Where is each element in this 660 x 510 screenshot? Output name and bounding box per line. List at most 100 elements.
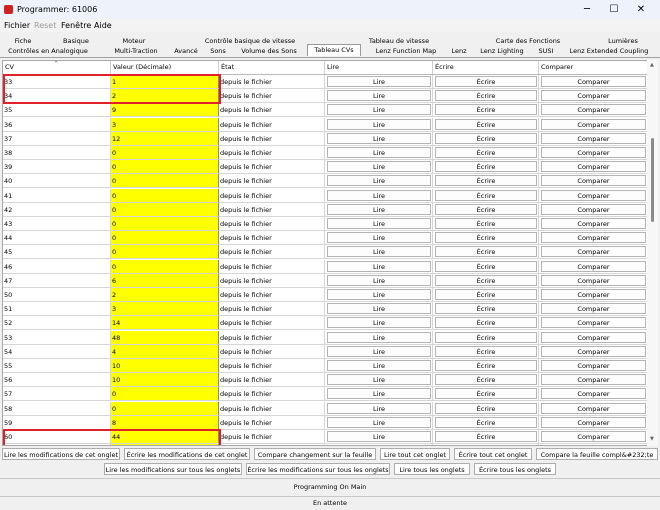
compare-button[interactable]: Comparer — [541, 402, 646, 414]
write-button[interactable]: Écrire — [435, 161, 537, 173]
read-button[interactable]: Lire — [327, 431, 431, 442]
read-button[interactable]: Lire — [327, 104, 431, 116]
read-button[interactable]: Lire — [327, 118, 431, 130]
cv-value-field[interactable]: 12 — [111, 131, 219, 146]
cv-value-field[interactable]: 0 — [111, 146, 219, 160]
tab-susi[interactable]: SUSI — [535, 46, 557, 57]
tab-multi-traction[interactable]: Multi-Traction — [112, 46, 160, 57]
compare-button[interactable]: Comparer — [541, 360, 646, 371]
read-button[interactable]: Lire — [327, 76, 431, 87]
compare-button[interactable]: Comparer — [541, 76, 646, 87]
compare-button[interactable]: Comparer — [541, 388, 646, 400]
read-button[interactable]: Lire — [327, 289, 431, 300]
write-all-changes-button[interactable]: Écrire les modifications sur tous les on… — [246, 463, 390, 475]
column-header-value[interactable]: Valeur (Décimale) — [111, 61, 219, 74]
read-button[interactable]: Lire — [327, 90, 431, 102]
column-header-read[interactable]: Lire — [325, 61, 433, 74]
read-button[interactable]: Lire — [327, 246, 431, 258]
read-button[interactable]: Lire — [327, 445, 431, 446]
column-header-cv[interactable]: CV ^ — [3, 61, 111, 74]
write-button[interactable]: Écrire — [435, 104, 537, 116]
compare-button[interactable]: Comparer — [541, 260, 646, 272]
compare-full-sheet-button[interactable]: Compare la feuille compl&#232;te — [536, 448, 658, 460]
tab-volume-sons[interactable]: Volume des Sons — [240, 46, 298, 57]
cv-value-field[interactable]: 3 — [111, 302, 219, 317]
write-button[interactable]: Écrire — [435, 331, 537, 343]
column-header-state[interactable]: État — [219, 61, 325, 74]
read-button[interactable]: Lire — [327, 274, 431, 286]
cv-value-field[interactable]: 4 — [111, 344, 219, 359]
write-button[interactable]: Écrire — [435, 132, 537, 144]
write-button[interactable]: Écrire — [435, 246, 537, 258]
compare-button[interactable]: Comparer — [541, 218, 646, 229]
read-button[interactable]: Lire — [327, 189, 431, 201]
write-button[interactable]: Écrire — [435, 317, 537, 329]
tab-avance[interactable]: Avancé — [172, 46, 200, 57]
compare-button[interactable]: Comparer — [541, 161, 646, 173]
maximize-button[interactable]: ☐ — [601, 0, 627, 19]
write-tab-changes-button[interactable]: Écrire les modifications de cet onglet — [124, 448, 250, 460]
cv-value-field[interactable]: 9 — [111, 103, 219, 118]
write-button[interactable]: Écrire — [435, 218, 537, 229]
write-button[interactable]: Écrire — [435, 118, 537, 130]
write-button[interactable]: Écrire — [435, 203, 537, 215]
cv-value-field[interactable]: 2 — [111, 288, 219, 302]
compare-button[interactable]: Comparer — [541, 331, 646, 343]
cv-value-field[interactable]: 0 — [111, 160, 219, 175]
cv-value-field[interactable]: 44 — [111, 430, 219, 444]
read-button[interactable]: Lire — [327, 132, 431, 144]
menu-fichier[interactable]: Fichier — [4, 21, 30, 30]
menu-reset[interactable]: Reset — [34, 21, 56, 30]
read-button[interactable]: Lire — [327, 175, 431, 187]
menu-fenetre[interactable]: Fenêtre — [61, 21, 91, 30]
minimize-button[interactable]: ─ — [574, 0, 600, 19]
write-button[interactable]: Écrire — [435, 388, 537, 400]
write-button[interactable]: Écrire — [435, 345, 537, 357]
tab-controles-analogique[interactable]: Contrôles en Analogique — [4, 46, 92, 57]
compare-button[interactable]: Comparer — [541, 189, 646, 201]
read-button[interactable]: Lire — [327, 303, 431, 315]
write-button[interactable]: Écrire — [435, 445, 537, 446]
column-header-compare[interactable]: Comparer — [539, 61, 648, 74]
cv-value-field[interactable]: 0 — [111, 259, 219, 274]
read-button[interactable]: Lire — [327, 374, 431, 386]
write-button[interactable]: Écrire — [435, 431, 537, 442]
scroll-down-icon[interactable]: ▼ — [650, 436, 654, 442]
cv-value-field[interactable]: 1 — [111, 75, 219, 89]
cv-value-field[interactable]: 48 — [111, 330, 219, 345]
write-button[interactable]: Écrire — [435, 416, 537, 428]
tab-lenz[interactable]: Lenz — [449, 46, 469, 57]
cv-value-field[interactable]: 2 — [111, 89, 219, 104]
compare-button[interactable]: Comparer — [541, 374, 646, 386]
compare-button[interactable]: Comparer — [541, 203, 646, 215]
compare-button[interactable]: Comparer — [541, 132, 646, 144]
compare-button[interactable]: Comparer — [541, 246, 646, 258]
write-button[interactable]: Écrire — [435, 289, 537, 300]
read-all-changes-button[interactable]: Lire les modifications sur tous les ongl… — [104, 463, 242, 475]
compare-button[interactable]: Comparer — [541, 303, 646, 315]
write-button[interactable]: Écrire — [435, 303, 537, 315]
compare-sheet-changes-button[interactable]: Compare changement sur la feuille — [254, 448, 376, 460]
read-button[interactable]: Lire — [327, 416, 431, 428]
read-button[interactable]: Lire — [327, 360, 431, 371]
read-all-tabs-button[interactable]: Lire tous les onglets — [394, 463, 470, 475]
compare-button[interactable]: Comparer — [541, 90, 646, 102]
cv-value-field[interactable]: 6 — [111, 273, 219, 288]
write-button[interactable]: Écrire — [435, 90, 537, 102]
tab-lenz-function-map[interactable]: Lenz Function Map — [374, 46, 438, 57]
tab-lenz-extended-coupling[interactable]: Lenz Extended Coupling — [568, 46, 650, 57]
cv-value-field[interactable]: 0 — [111, 245, 219, 260]
write-button[interactable]: Écrire — [435, 402, 537, 414]
compare-button[interactable]: Comparer — [541, 232, 646, 244]
compare-button[interactable]: Comparer — [541, 445, 646, 446]
write-button[interactable]: Écrire — [435, 260, 537, 272]
read-button[interactable]: Lire — [327, 260, 431, 272]
read-button[interactable]: Lire — [327, 402, 431, 414]
cv-value-field[interactable]: 0 — [111, 174, 219, 189]
compare-button[interactable]: Comparer — [541, 147, 646, 158]
vertical-scrollbar[interactable]: ▲ ▼ — [647, 60, 658, 446]
cv-value-field[interactable]: 0 — [111, 202, 219, 217]
read-button[interactable]: Lire — [327, 388, 431, 400]
compare-button[interactable]: Comparer — [541, 274, 646, 286]
cv-value-field[interactable]: 0 — [111, 401, 219, 416]
